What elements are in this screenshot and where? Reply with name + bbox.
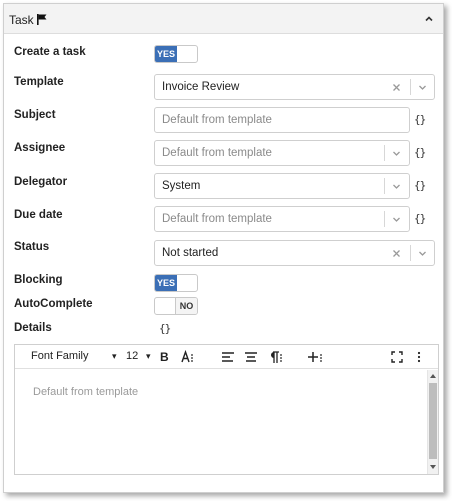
task-panel: Task Create a task YES Template Invoice … [3, 3, 444, 493]
autocomplete-toggle-state: NO [175, 298, 197, 314]
chevron-down-icon[interactable] [391, 181, 402, 192]
status-label: Status [14, 241, 50, 253]
blocking-toggle[interactable]: YES [154, 274, 198, 292]
flag-icon [37, 14, 47, 25]
chevron-up-icon[interactable] [423, 13, 435, 25]
clear-icon[interactable] [391, 248, 402, 259]
subject-placeholder: Default from template [162, 114, 272, 126]
subject-label: Subject [14, 109, 56, 121]
delegator-value: System [162, 180, 201, 192]
paragraph-icon[interactable] [267, 350, 283, 364]
template-value: Invoice Review [162, 81, 240, 93]
font-size-dropdown[interactable]: 12 [126, 350, 138, 364]
create-task-label: Create a task [14, 46, 86, 58]
fullscreen-icon[interactable] [391, 350, 403, 364]
status-select[interactable]: Not started [154, 240, 435, 266]
due-date-label: Due date [14, 209, 63, 221]
align-left-icon[interactable] [221, 350, 235, 364]
details-editor[interactable]: Font Family ▾ 12 ▾ B Default from templa… [14, 344, 439, 475]
chevron-down-icon[interactable] [417, 82, 428, 93]
editor-placeholder: Default from template [33, 386, 139, 398]
align-center-icon[interactable] [244, 350, 258, 364]
scroll-up-icon[interactable] [429, 372, 437, 380]
editor-content[interactable]: Default from template [15, 370, 428, 474]
separator [384, 145, 385, 161]
template-label: Template [14, 76, 64, 88]
assignee-expression-button[interactable]: {} [414, 146, 426, 159]
blocking-label: Blocking [14, 274, 63, 286]
due-date-select[interactable]: Default from template [154, 206, 410, 232]
subject-input[interactable]: Default from template [154, 107, 410, 133]
scrollbar-thumb[interactable] [429, 383, 437, 459]
chevron-down-icon[interactable] [391, 214, 402, 225]
separator [410, 79, 411, 95]
assignee-select[interactable]: Default from template [154, 140, 410, 166]
separator [410, 245, 411, 261]
assignee-placeholder: Default from template [162, 147, 272, 159]
font-family-dropdown[interactable]: Font Family [31, 350, 88, 364]
template-select[interactable]: Invoice Review [154, 74, 435, 100]
details-expression-button[interactable]: {} [159, 322, 171, 335]
create-task-toggle-state: YES [155, 46, 177, 62]
due-date-placeholder: Default from template [162, 213, 272, 225]
chevron-down-icon[interactable] [391, 148, 402, 159]
blocking-toggle-state: YES [155, 275, 177, 291]
due-date-expression-button[interactable]: {} [414, 212, 426, 225]
assignee-label: Assignee [14, 142, 66, 154]
autocomplete-toggle[interactable]: NO [154, 297, 198, 315]
font-size-dropdown-arrow[interactable]: ▾ [146, 351, 151, 365]
editor-scrollbar[interactable] [427, 370, 438, 474]
chevron-down-icon[interactable] [417, 248, 428, 259]
insert-icon[interactable] [307, 350, 323, 364]
create-task-toggle[interactable]: YES [154, 45, 198, 63]
text-size-icon[interactable] [181, 350, 195, 364]
separator [384, 211, 385, 227]
more-icon[interactable] [415, 350, 423, 364]
scroll-down-icon[interactable] [429, 463, 437, 471]
separator [384, 178, 385, 194]
details-label: Details [14, 322, 52, 334]
delegator-expression-button[interactable]: {} [414, 179, 426, 192]
delegator-label: Delegator [14, 176, 68, 188]
subject-expression-button[interactable]: {} [414, 113, 426, 126]
delegator-select[interactable]: System [154, 173, 410, 199]
panel-header[interactable]: Task [4, 4, 443, 34]
panel-title: Task [9, 13, 34, 27]
clear-icon[interactable] [391, 82, 402, 93]
status-value: Not started [162, 247, 219, 259]
autocomplete-label: AutoComplete [14, 298, 93, 310]
bold-icon[interactable]: B [160, 350, 169, 364]
editor-toolbar: Font Family ▾ 12 ▾ B [15, 345, 438, 369]
font-family-dropdown-arrow[interactable]: ▾ [112, 351, 117, 365]
